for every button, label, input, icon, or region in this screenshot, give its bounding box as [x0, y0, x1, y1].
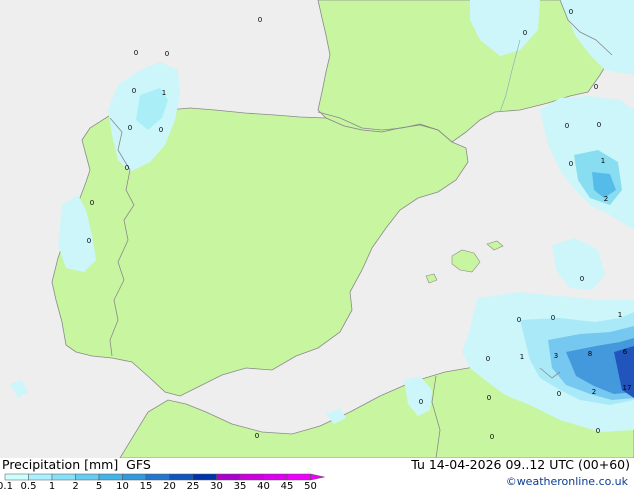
legend-swatch: [239, 473, 264, 481]
legend-label: 0.1: [0, 481, 13, 490]
map-title: Precipitation [mm] GFS: [2, 457, 151, 472]
precip-value: 0: [597, 121, 601, 129]
legend-swatch: [263, 473, 288, 481]
legend-label: 20: [163, 481, 176, 490]
precip-value: 0: [551, 314, 555, 322]
legend-swatch: [192, 473, 217, 481]
precip-value: 8: [588, 350, 592, 358]
precip-value: 0: [580, 275, 584, 283]
precip-value: 1: [601, 157, 605, 165]
precip-value: 17: [623, 384, 632, 392]
precip-value: 0: [132, 87, 136, 95]
valid-time: Tu 14-04-2026 09..12 UTC (00+60): [411, 457, 630, 472]
legend-label: 40: [257, 481, 270, 490]
model-name: GFS: [126, 457, 151, 472]
legend-label: 5: [96, 481, 102, 490]
precip-value: 0: [125, 164, 129, 172]
precip-value: 1: [520, 353, 524, 361]
legend-label: 1: [49, 481, 55, 490]
precip-value: 0: [490, 433, 494, 441]
legend-swatch: [145, 473, 170, 481]
title-text: Precipitation [mm]: [2, 457, 119, 472]
precip-value: 0: [128, 124, 132, 132]
legend-swatch: [216, 473, 241, 481]
precip-value: 0: [569, 8, 573, 16]
precip-value: 0: [258, 16, 262, 24]
legend-swatch: [169, 473, 194, 481]
precip-value: 0: [523, 29, 527, 37]
legend-label: 50: [304, 481, 317, 490]
precip-value: 2: [604, 195, 608, 203]
precip-value: 0: [517, 316, 521, 324]
legend-swatch: [4, 473, 29, 481]
precip-value: 0: [596, 427, 600, 435]
legend-swatch: [51, 473, 76, 481]
legend-label: 25: [187, 481, 200, 490]
legend-label: 35: [234, 481, 247, 490]
precip-value: 0: [87, 237, 91, 245]
precip-value: 3: [554, 352, 558, 360]
precip-value: 0: [569, 160, 573, 168]
precip-value: 0: [255, 432, 259, 440]
legend-label: 45: [281, 481, 294, 490]
precip-value: 0: [557, 390, 561, 398]
site-credit[interactable]: ©weatheronline.co.uk: [506, 475, 628, 488]
precipitation-map: 0 0 0 0 0 1 0 0 0 0 0 0 0 0 0 0 1 2 0 1 …: [0, 0, 634, 458]
legend-label: 15: [140, 481, 153, 490]
precip-value: 0: [419, 398, 423, 406]
legend-swatch: [122, 473, 147, 481]
legend-swatch: [98, 473, 123, 481]
precip-value: 0: [594, 83, 598, 91]
precip-value: 0: [159, 126, 163, 134]
legend-swatch: [28, 473, 53, 481]
precip-value: 0: [486, 355, 490, 363]
precip-value: 0: [134, 49, 138, 57]
precip-value: 0: [165, 50, 169, 58]
precip-value: 2: [592, 388, 596, 396]
precip-value: 1: [162, 89, 166, 97]
legend-arrow: [310, 473, 325, 481]
precip-value: 1: [618, 311, 622, 319]
legend-label: 30: [210, 481, 223, 490]
legend-label: 2: [72, 481, 78, 490]
precip-value: 0: [487, 394, 491, 402]
precipitation-legend: 0.1 0.5 1 2 5 10 15 20 25 30 35 40 45 50: [0, 473, 325, 490]
precip-value: 0: [90, 199, 94, 207]
legend-swatch: [286, 473, 311, 481]
precip-value: 6: [623, 348, 628, 356]
legend-label: 10: [116, 481, 129, 490]
precip-value: 0: [565, 122, 569, 130]
legend-label: 0.5: [21, 481, 37, 490]
legend-swatch: [75, 473, 100, 481]
